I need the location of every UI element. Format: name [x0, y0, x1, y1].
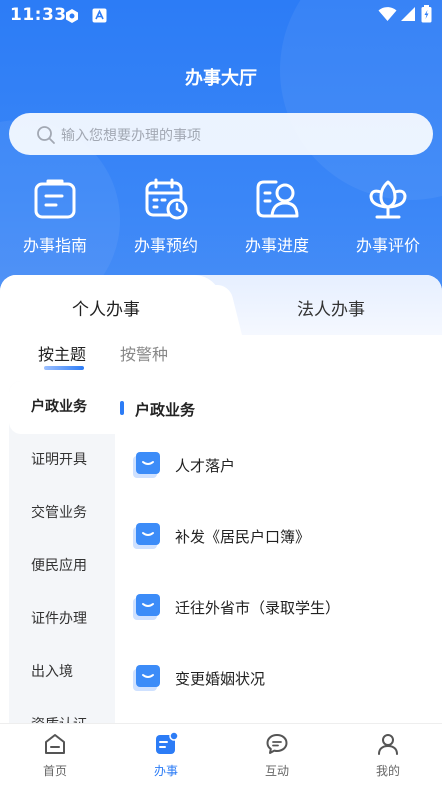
calendar-clock-icon — [145, 178, 188, 220]
keyboard-a-icon — [92, 8, 107, 27]
category-convenience[interactable]: 便民应用 — [9, 540, 115, 593]
signal-icon — [400, 6, 416, 26]
search-icon — [37, 126, 55, 144]
progress-person-icon — [256, 180, 299, 218]
quick-action-label: 办事预约 — [133, 236, 198, 255]
service-icon — [156, 732, 178, 754]
service-list: 户政业务 人才落户 补发《居民户口簿》 迁往外省市（录取学生） 变更婚姻状况 — [115, 381, 433, 725]
list-item-label: 人才落户 — [175, 457, 236, 475]
list-item[interactable]: 变更婚姻状况 — [133, 664, 423, 694]
quick-action-label: 办事进度 — [244, 236, 309, 255]
category-id-documents[interactable]: 证件办理 — [9, 593, 115, 646]
search-placeholder: 输入您想要办理的事项 — [61, 128, 201, 144]
quick-action-progress[interactable]: 办事进度 — [222, 178, 332, 256]
chat-icon — [266, 734, 288, 754]
home-icon — [45, 734, 65, 754]
service-item-icon — [133, 523, 160, 549]
list-item-label: 迁往外省市（录取学生） — [175, 599, 341, 617]
service-panel: 个人办事 法人办事 按主题 按警种 户政业务 证明开具 交管业务 便民应用 证件… — [0, 275, 442, 725]
quick-action-rating[interactable]: 办事评价 — [333, 178, 442, 256]
list-item[interactable]: 补发《居民户口簿》 — [133, 522, 423, 552]
category-sidebar: 户政业务 证明开具 交管业务 便民应用 证件办理 出入境 资质认证 — [9, 381, 115, 725]
section-title: 户政业务 — [135, 401, 196, 419]
status-bar: 11:33 — [0, 0, 442, 32]
tab-personal[interactable]: 个人办事 — [72, 295, 140, 320]
page-title: 办事大厅 — [185, 68, 257, 89]
list-item-label: 变更婚姻状况 — [175, 670, 266, 688]
status-time: 11:33 — [10, 5, 67, 25]
subtab-by-theme[interactable]: 按主题 — [38, 341, 86, 365]
service-item-icon — [133, 594, 160, 620]
quick-action-appointment[interactable]: 办事预约 — [111, 178, 221, 256]
quick-action-guide[interactable]: 办事指南 — [0, 178, 110, 256]
guide-icon — [34, 179, 76, 219]
nav-label: 办事 — [153, 764, 178, 778]
category-household[interactable]: 户政业务 — [9, 381, 115, 434]
app-notification-icon — [64, 8, 80, 28]
nav-profile[interactable]: 我的 — [333, 732, 442, 779]
nav-label: 首页 — [42, 764, 67, 778]
subtab-indicator — [44, 366, 84, 370]
list-item[interactable]: 人才落户 — [133, 451, 423, 481]
category-certificates[interactable]: 证明开具 — [9, 434, 115, 487]
flower-rating-icon — [369, 180, 407, 219]
category-traffic[interactable]: 交管业务 — [9, 487, 115, 540]
nav-label: 我的 — [375, 764, 400, 778]
profile-icon — [378, 734, 398, 755]
nav-service[interactable]: 办事 — [111, 732, 221, 779]
wifi-icon — [378, 6, 397, 26]
quick-action-label: 办事指南 — [22, 236, 87, 255]
nav-label: 互动 — [264, 764, 289, 778]
list-item[interactable]: 迁往外省市（录取学生） — [133, 593, 423, 623]
category-qualification[interactable]: 资质认证 — [9, 699, 115, 725]
tab-corporate[interactable]: 法人办事 — [297, 295, 365, 320]
service-item-icon — [133, 665, 160, 691]
service-item-icon — [133, 452, 160, 478]
quick-action-label: 办事评价 — [355, 236, 420, 255]
bottom-navigation: 首页 办事 互动 我的 — [0, 723, 442, 786]
search-bar[interactable]: 输入您想要办理的事项 — [9, 113, 433, 155]
nav-interaction[interactable]: 互动 — [222, 732, 332, 779]
subtab-by-police-type[interactable]: 按警种 — [120, 341, 168, 365]
category-exit-entry[interactable]: 出入境 — [9, 646, 115, 699]
list-item-label: 补发《居民户口簿》 — [175, 528, 311, 546]
nav-home[interactable]: 首页 — [0, 732, 110, 779]
section-marker — [120, 401, 124, 415]
battery-icon — [421, 5, 432, 27]
